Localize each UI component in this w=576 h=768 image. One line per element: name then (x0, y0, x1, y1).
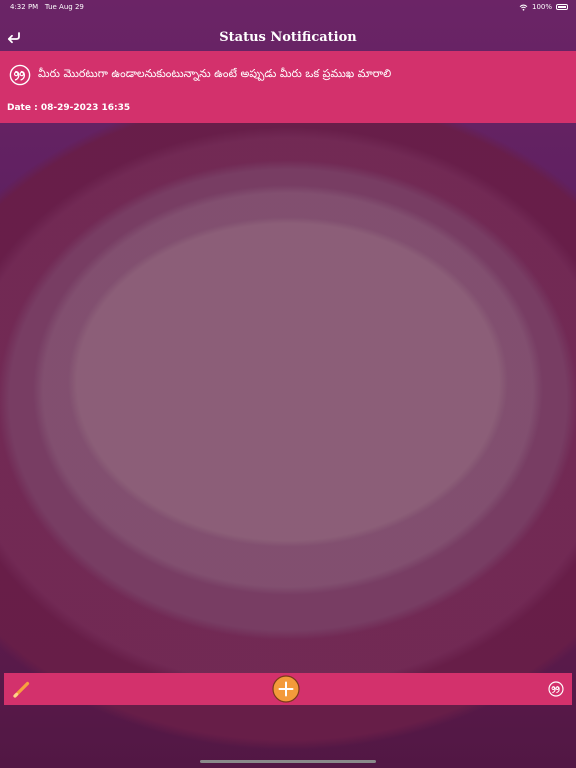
page-title: Status Notification (219, 30, 357, 45)
quote-icon (548, 681, 564, 697)
notification-card[interactable]: మీరు మొరటుగా ఉండాలనుకుంటున్నాను ఉంటే అప్… (0, 51, 576, 123)
status-bar: 4:32 PM Tue Aug 29 100% (0, 0, 576, 14)
add-button[interactable] (272, 675, 300, 703)
battery-percentage: 100% (531, 3, 552, 11)
quote-icon (9, 64, 31, 86)
wifi-icon (519, 4, 528, 11)
status-time-date: 4:32 PM Tue Aug 29 (10, 3, 84, 11)
home-indicator[interactable] (200, 760, 376, 763)
pencil-icon (13, 681, 30, 698)
status-right-group: 100% (519, 0, 568, 14)
nav-bar: Status Notification (0, 24, 576, 52)
notification-message: మీరు మొరటుగా ఉండాలనుకుంటున్నాను ఉంటే అప్… (38, 67, 392, 80)
battery-icon (556, 4, 568, 10)
add-icon (272, 675, 300, 703)
edit-button[interactable] (12, 679, 32, 699)
quote-button[interactable] (548, 681, 564, 697)
bottom-toolbar (4, 673, 572, 705)
notification-date: Date : 08-29-2023 16:35 (7, 103, 131, 113)
